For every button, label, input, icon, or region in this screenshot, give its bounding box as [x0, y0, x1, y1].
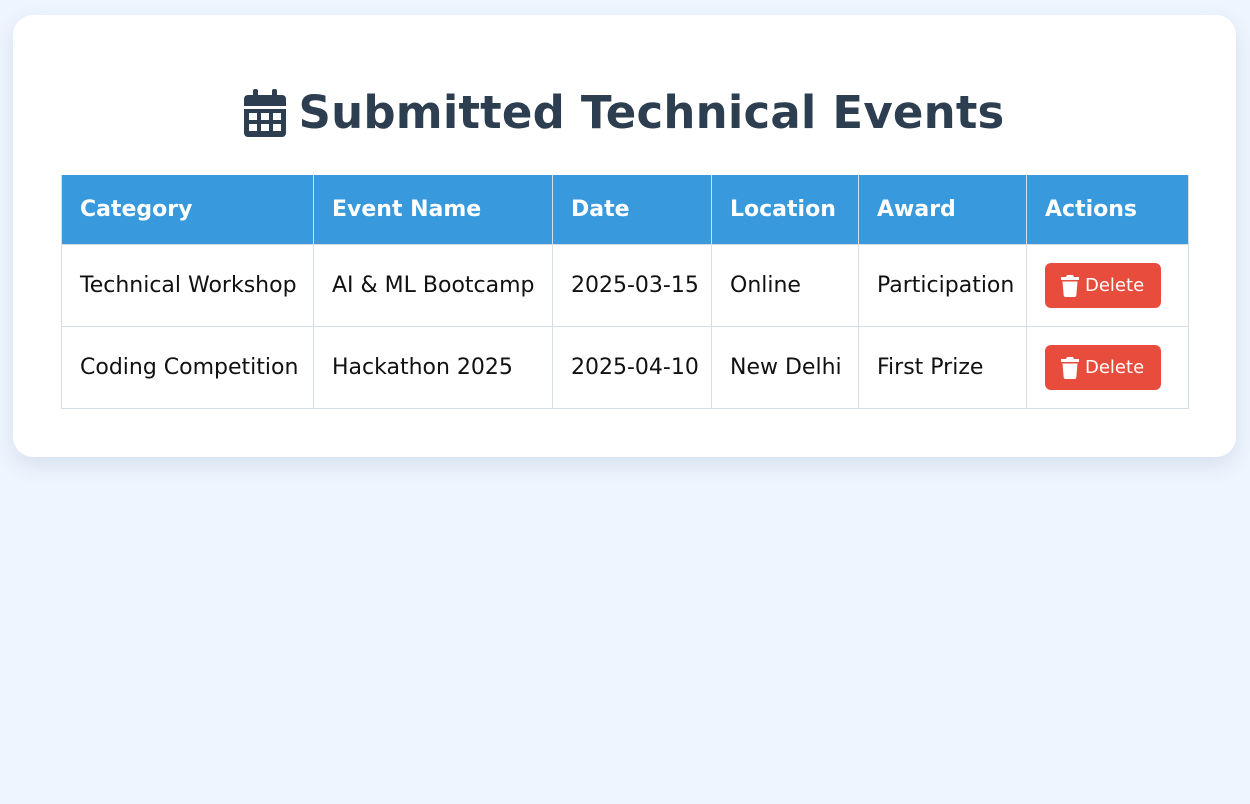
table-row: Coding Competition Hackathon 2025 2025-0… — [61, 326, 1189, 409]
delete-button[interactable]: Delete — [1045, 263, 1161, 308]
delete-button[interactable]: Delete — [1045, 345, 1161, 390]
trash-icon — [1061, 274, 1079, 297]
cell-award: First Prize — [858, 326, 1027, 409]
cell-actions: Delete — [1026, 244, 1189, 327]
cell-date: 2025-03-15 — [552, 244, 712, 327]
cell-award: Participation — [858, 244, 1027, 327]
column-header-actions: Actions — [1026, 175, 1189, 245]
table-row: Technical Workshop AI & ML Bootcamp 2025… — [61, 244, 1189, 327]
events-table: Category Event Name Date Location Award … — [61, 175, 1189, 409]
calendar-icon — [244, 89, 287, 137]
cell-event-name: AI & ML Bootcamp — [313, 244, 553, 327]
page-header: Submitted Technical Events — [13, 85, 1236, 141]
cell-category: Coding Competition — [61, 326, 314, 409]
column-header-location: Location — [711, 175, 859, 245]
events-card: Submitted Technical Events Category Even… — [13, 15, 1236, 457]
page-title: Submitted Technical Events — [298, 86, 1005, 139]
cell-location: Online — [711, 244, 859, 327]
trash-icon — [1061, 356, 1079, 379]
cell-event-name: Hackathon 2025 — [313, 326, 553, 409]
column-header-category: Category — [61, 175, 314, 245]
cell-date: 2025-04-10 — [552, 326, 712, 409]
delete-button-label: Delete — [1085, 357, 1145, 378]
table-header-row: Category Event Name Date Location Award … — [61, 175, 1189, 245]
delete-button-label: Delete — [1085, 275, 1145, 296]
column-header-event-name: Event Name — [313, 175, 553, 245]
cell-actions: Delete — [1026, 326, 1189, 409]
column-header-award: Award — [858, 175, 1027, 245]
cell-location: New Delhi — [711, 326, 859, 409]
column-header-date: Date — [552, 175, 712, 245]
cell-category: Technical Workshop — [61, 244, 314, 327]
